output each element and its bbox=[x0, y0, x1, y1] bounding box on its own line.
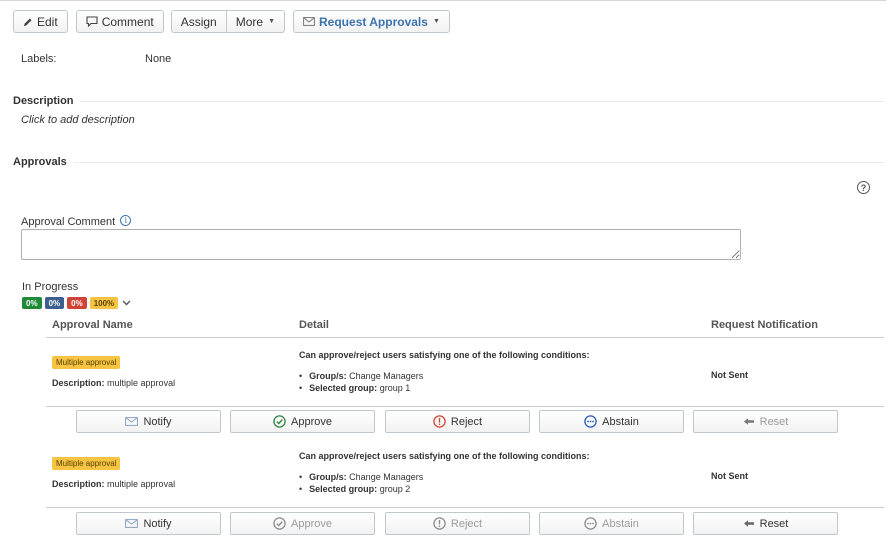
condition-heading: Can approve/reject users satisfying one … bbox=[299, 350, 590, 360]
approval-description: Description: multiple approval bbox=[52, 378, 175, 388]
abstain-label: Abstain bbox=[602, 415, 639, 428]
request-approvals-button[interactable]: Request Approvals ▼ bbox=[293, 10, 450, 33]
reject-button[interactable]: Reject bbox=[385, 512, 530, 535]
column-approval-name: Approval Name bbox=[52, 319, 133, 331]
approve-label: Approve bbox=[291, 517, 332, 530]
check-circle-icon bbox=[273, 415, 286, 428]
approval-comment-label: Approval Comment i bbox=[21, 215, 132, 228]
assign-label: Assign bbox=[180, 14, 217, 29]
caret-down-icon: ▼ bbox=[432, 18, 440, 25]
condition-value: group 2 bbox=[379, 484, 411, 494]
undo-arrow-icon bbox=[743, 520, 754, 527]
description-heading: Description bbox=[13, 95, 74, 107]
exclamation-circle-icon bbox=[433, 517, 446, 530]
column-detail: Detail bbox=[299, 319, 329, 331]
approval-type-badge: Multiple approval bbox=[52, 356, 121, 369]
envelope-icon bbox=[125, 519, 139, 528]
more-button[interactable]: More ▼ bbox=[226, 10, 286, 33]
condition-item: Group/s: Change Managers bbox=[299, 370, 423, 382]
condition-item: Selected group: group 1 bbox=[299, 382, 423, 394]
approval-comment-text: Approval Comment bbox=[21, 216, 116, 228]
notification-status: Not Sent bbox=[711, 471, 748, 481]
envelope-icon bbox=[303, 17, 315, 26]
undo-arrow-icon bbox=[743, 418, 754, 425]
request-approvals-label: Request Approvals bbox=[319, 14, 428, 29]
condition-value: Change Managers bbox=[349, 472, 424, 482]
approval-comment-input[interactable] bbox=[21, 229, 741, 260]
approval-description: Description: multiple approval bbox=[52, 479, 175, 489]
approvals-divider bbox=[74, 162, 884, 163]
issue-toolbar: Edit Comment Assign More ▼ Request Appro… bbox=[13, 10, 450, 33]
notify-label: Notify bbox=[143, 517, 172, 530]
condition-heading: Can approve/reject users satisfying one … bbox=[299, 451, 590, 461]
chevron-down-icon[interactable] bbox=[122, 300, 131, 306]
edit-button[interactable]: Edit bbox=[13, 10, 68, 33]
edit-label: Edit bbox=[37, 14, 58, 29]
approval-status: In Progress bbox=[22, 281, 79, 293]
comment-button[interactable]: Comment bbox=[75, 10, 164, 33]
approve-button[interactable]: Approve bbox=[230, 512, 375, 535]
labels-key: Labels: bbox=[21, 53, 57, 65]
pencil-icon bbox=[24, 18, 32, 26]
description-value: multiple approval bbox=[107, 378, 176, 388]
notification-status: Not Sent bbox=[711, 370, 748, 380]
description-placeholder[interactable]: Click to add description bbox=[21, 114, 135, 126]
comment-label: Comment bbox=[101, 14, 154, 29]
exclamation-circle-icon bbox=[433, 415, 446, 428]
condition-item: Group/s: Change Managers bbox=[299, 471, 423, 483]
condition-list: Group/s: Change Managers Selected group:… bbox=[299, 471, 423, 495]
approvals-heading: Approvals bbox=[13, 156, 67, 168]
info-icon[interactable]: i bbox=[120, 215, 132, 226]
reset-button[interactable]: Reset bbox=[693, 512, 838, 535]
description-key: Description: bbox=[52, 479, 105, 489]
condition-key: Group/s: bbox=[309, 472, 347, 482]
envelope-icon bbox=[125, 417, 139, 426]
condition-key: Selected group: bbox=[309, 383, 378, 393]
condition-value: group 1 bbox=[379, 383, 411, 393]
approve-label: Approve bbox=[291, 415, 332, 428]
row-divider bbox=[46, 406, 884, 407]
reset-label: Reset bbox=[759, 517, 789, 530]
help-icon[interactable]: ? bbox=[857, 181, 870, 194]
condition-key: Group/s: bbox=[309, 371, 347, 381]
ellipsis-circle-icon bbox=[584, 517, 597, 530]
row-divider bbox=[46, 507, 884, 508]
pending-percent-badge: 100% bbox=[89, 297, 119, 309]
condition-list: Group/s: Change Managers Selected group:… bbox=[299, 370, 423, 394]
labels-value: None bbox=[145, 53, 172, 65]
comment-icon bbox=[86, 16, 98, 27]
check-circle-icon bbox=[273, 517, 286, 530]
progress-badges: 0% 0% 0% 100% bbox=[22, 297, 131, 309]
abstain-label: Abstain bbox=[602, 517, 639, 530]
description-key: Description: bbox=[52, 378, 105, 388]
abstain-button[interactable]: Abstain bbox=[539, 512, 684, 535]
description-value: multiple approval bbox=[107, 479, 176, 489]
caret-down-icon: ▼ bbox=[268, 18, 276, 25]
notify-button[interactable]: Notify bbox=[76, 410, 221, 433]
notify-button[interactable]: Notify bbox=[76, 512, 221, 535]
assign-more-group: Assign More ▼ bbox=[170, 10, 286, 33]
reset-label: Reset bbox=[759, 415, 789, 428]
approval-type-badge: Multiple approval bbox=[52, 457, 121, 470]
abstain-button[interactable]: Abstain bbox=[539, 410, 684, 433]
description-divider bbox=[80, 101, 884, 102]
condition-value: Change Managers bbox=[349, 371, 424, 381]
reset-button[interactable]: Reset bbox=[693, 410, 838, 433]
table-header-divider bbox=[46, 337, 884, 338]
reject-label: Reject bbox=[450, 517, 483, 530]
more-label: More bbox=[235, 14, 264, 29]
condition-key: Selected group: bbox=[309, 484, 378, 494]
reject-label: Reject bbox=[450, 415, 483, 428]
notify-label: Notify bbox=[143, 415, 172, 428]
column-request-notification: Request Notification bbox=[711, 319, 818, 331]
approve-button[interactable]: Approve bbox=[230, 410, 375, 433]
rejected-percent-badge: 0% bbox=[67, 297, 87, 309]
reject-button[interactable]: Reject bbox=[385, 410, 530, 433]
ellipsis-circle-icon bbox=[584, 415, 597, 428]
assign-button[interactable]: Assign bbox=[170, 10, 227, 33]
approved-percent-badge: 0% bbox=[22, 297, 42, 309]
condition-item: Selected group: group 2 bbox=[299, 483, 423, 495]
top-border bbox=[0, 0, 886, 1]
abstained-percent-badge: 0% bbox=[44, 297, 65, 309]
